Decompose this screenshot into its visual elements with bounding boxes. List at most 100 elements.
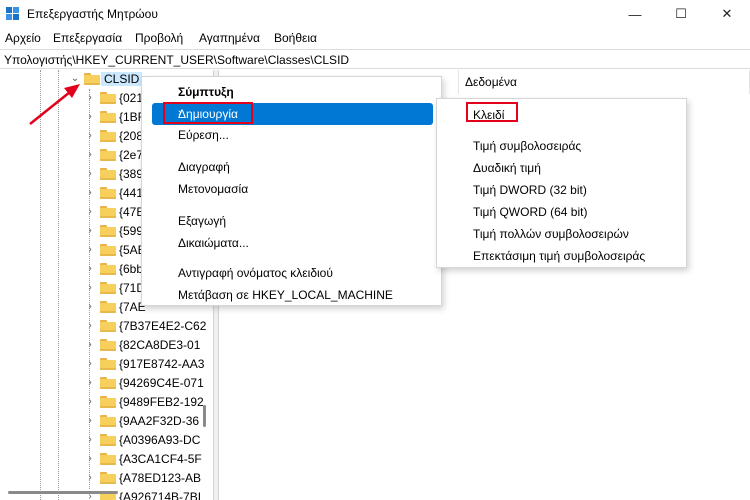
column-header-data-label: Δεδομένα — [465, 75, 517, 89]
tree-item-label: {82CA8DE3-01 — [119, 338, 201, 352]
tree-item-label: {2e7 — [119, 148, 144, 162]
title-bar: Επεξεργαστής Μητρώου — ☐ ✕ — [0, 0, 750, 28]
chevron-right-icon[interactable]: › — [85, 187, 95, 199]
folder-icon — [100, 301, 116, 313]
column-header-data[interactable]: Δεδομένα — [459, 70, 750, 94]
folder-icon — [84, 73, 100, 85]
submenu-item-binary-value[interactable]: Δυαδική τιμή — [473, 161, 541, 175]
chevron-right-icon[interactable]: › — [85, 301, 95, 313]
chevron-right-icon[interactable]: › — [85, 168, 95, 180]
tree-item[interactable]: › {917E8742-AA3 — [0, 355, 213, 374]
menu-item-find[interactable]: Εύρεση... — [142, 124, 441, 146]
tree-item-label: {917E8742-AA3 — [119, 357, 205, 371]
chevron-right-icon[interactable]: › — [85, 320, 95, 332]
chevron-right-icon[interactable]: › — [85, 453, 95, 465]
chevron-right-icon[interactable]: › — [85, 396, 95, 408]
folder-icon — [100, 415, 116, 427]
registry-editor-icon — [6, 7, 19, 20]
menu-item-delete[interactable]: Διαγραφή — [142, 156, 441, 178]
chevron-down-icon[interactable]: ⌄ — [70, 73, 80, 85]
folder-icon — [100, 92, 116, 104]
chevron-right-icon[interactable]: › — [85, 377, 95, 389]
folder-icon — [100, 244, 116, 256]
chevron-right-icon[interactable]: › — [85, 415, 95, 427]
maximize-button[interactable]: ☐ — [658, 0, 704, 28]
menu-view[interactable]: Προβολή — [135, 31, 183, 45]
folder-icon — [100, 358, 116, 370]
folder-icon — [100, 377, 116, 389]
tree-item-label: {208 — [119, 129, 144, 143]
tree-item-label: {A926714B-7BI — [119, 490, 202, 500]
tree-item[interactable]: › {A78ED123-AB — [0, 469, 213, 488]
tree-item[interactable]: › {9489FEB2-192 — [0, 393, 213, 412]
new-submenu: Κλειδί Τιμή συμβολοσειράς Δυαδική τιμή Τ… — [436, 98, 687, 268]
vertical-scrollbar[interactable] — [203, 405, 206, 427]
tree-item-label: {021 — [119, 91, 144, 105]
tree-item[interactable]: › {A0396A93-DC — [0, 431, 213, 450]
menu-item-rename[interactable]: Μετονομασία — [142, 178, 441, 200]
menu-file[interactable]: Αρχείο — [5, 31, 41, 45]
tree-item[interactable]: › {9AA2F32D-36 — [0, 412, 213, 431]
tree-item[interactable]: › {82CA8DE3-01 — [0, 336, 213, 355]
folder-icon — [100, 434, 116, 446]
tree-item-label: {A78ED123-AB — [119, 471, 202, 485]
close-button[interactable]: ✕ — [704, 0, 750, 28]
chevron-right-icon[interactable]: › — [85, 282, 95, 294]
submenu-item-expandable-string-value[interactable]: Επεκτάσιμη τιμή συμβολοσειράς — [473, 249, 645, 263]
menu-edit[interactable]: Επεξεργασία — [53, 31, 122, 45]
annotation-box-key — [466, 102, 518, 122]
menu-help[interactable]: Βοήθεια — [274, 31, 317, 45]
folder-icon — [100, 187, 116, 199]
submenu-item-string-value[interactable]: Τιμή συμβολοσειράς — [473, 139, 581, 153]
folder-icon — [100, 282, 116, 294]
menu-item-export[interactable]: Εξαγωγή — [142, 210, 441, 232]
tree-item[interactable]: › {A3CA1CF4-5F — [0, 450, 213, 469]
menu-item-goto-hklm[interactable]: Μετάβαση σε HKEY_LOCAL_MACHINE — [142, 284, 441, 306]
tree-item[interactable]: › {A926714B-7BI — [0, 488, 213, 500]
horizontal-scrollbar[interactable] — [8, 491, 118, 494]
chevron-right-icon[interactable]: › — [85, 225, 95, 237]
tree-item[interactable]: › {7B37E4E2-C62 — [0, 317, 213, 336]
tree-item-label: CLSID — [101, 72, 143, 86]
tree-item-label: {A0396A93-DC — [119, 433, 201, 447]
chevron-right-icon[interactable]: › — [85, 92, 95, 104]
tree-item-label: {94269C4E-071 — [119, 376, 204, 390]
annotation-box-new — [163, 102, 253, 124]
address-path[interactable]: Υπολογιστής\HKEY_CURRENT_USER\Software\C… — [4, 53, 349, 67]
tree-item-label: {441 — [119, 186, 144, 200]
folder-icon — [100, 168, 116, 180]
chevron-right-icon[interactable]: › — [85, 149, 95, 161]
chevron-right-icon[interactable]: › — [85, 244, 95, 256]
chevron-right-icon[interactable]: › — [85, 206, 95, 218]
chevron-right-icon[interactable]: › — [85, 130, 95, 142]
tree-item-label: {6bb — [119, 262, 144, 276]
menu-item-permissions[interactable]: Δικαιώματα... — [142, 232, 441, 254]
chevron-right-icon[interactable]: › — [85, 434, 95, 446]
address-bar[interactable]: Υπολογιστής\HKEY_CURRENT_USER\Software\C… — [0, 49, 750, 69]
submenu-item-multi-string-value[interactable]: Τιμή πολλών συμβολοσειρών — [473, 227, 629, 241]
menu-item-expand[interactable]: Σύμπτυξη — [142, 81, 441, 103]
menu-item-copy-key-name[interactable]: Αντιγραφή ονόματος κλειδιού — [142, 262, 441, 284]
submenu-item-qword-value[interactable]: Τιμή QWORD (64 bit) — [473, 205, 587, 219]
folder-icon — [100, 130, 116, 142]
tree-item-label: {A3CA1CF4-5F — [119, 452, 202, 466]
folder-icon — [100, 453, 116, 465]
menu-favorites[interactable]: Αγαπημένα — [199, 31, 260, 45]
folder-icon — [100, 472, 116, 484]
folder-icon — [100, 339, 116, 351]
chevron-right-icon[interactable]: › — [85, 111, 95, 123]
tree-item[interactable]: › {94269C4E-071 — [0, 374, 213, 393]
chevron-right-icon[interactable]: › — [85, 472, 95, 484]
chevron-right-icon[interactable]: › — [85, 339, 95, 351]
folder-icon — [100, 225, 116, 237]
chevron-right-icon[interactable]: › — [85, 263, 95, 275]
folder-icon — [100, 206, 116, 218]
tree-item-label: {7B37E4E2-C62 — [119, 319, 207, 333]
submenu-item-dword-value[interactable]: Τιμή DWORD (32 bit) — [473, 183, 587, 197]
minimize-button[interactable]: — — [612, 0, 658, 28]
folder-icon — [100, 111, 116, 123]
tree-item-label: {599 — [119, 224, 144, 238]
folder-icon — [100, 396, 116, 408]
window-title: Επεξεργαστής Μητρώου — [27, 7, 158, 21]
chevron-right-icon[interactable]: › — [85, 358, 95, 370]
